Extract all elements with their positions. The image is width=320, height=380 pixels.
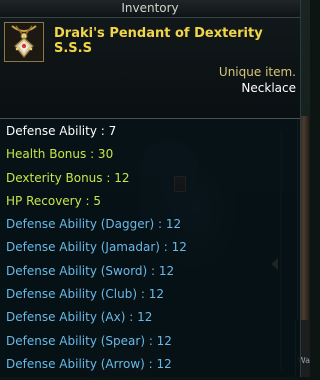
item-tooltip-window: Inventory Draki's Pendant of Dexterity S… [0,0,301,377]
stat-line: Defense Ability (Jamadar) : 12 [6,240,187,255]
stat-line: Defense Ability (Ax) : 12 [6,310,153,325]
stat-line: Defense Ability (Sword) : 12 [6,263,175,278]
window-title: Inventory [0,0,300,18]
stat-line: Defense Ability (Dagger) : 12 [6,217,182,232]
stat-line: Health Bonus : 30 [6,147,114,162]
item-rarity: Unique item. [218,65,296,79]
stat-line: Dexterity Bonus : 12 [6,170,130,185]
item-name: Draki's Pendant of Dexterity S.S.S [54,26,263,56]
stat-line: Defense Ability (Club) : 12 [6,287,164,302]
stat-line: Defense Ability : 7 [6,124,117,138]
item-icon-frame [4,22,44,62]
item-stats-list: Defense Ability : 7 Health Bonus : 30 De… [6,124,187,380]
stat-line: HP Recovery : 5 [6,193,102,208]
stat-line: Defense Ability (Spear) : 12 [6,333,172,348]
item-header: Draki's Pendant of Dexterity S.S.S Uniqu… [0,18,300,119]
pendant-icon [6,24,42,60]
item-type: Necklace [241,81,296,95]
